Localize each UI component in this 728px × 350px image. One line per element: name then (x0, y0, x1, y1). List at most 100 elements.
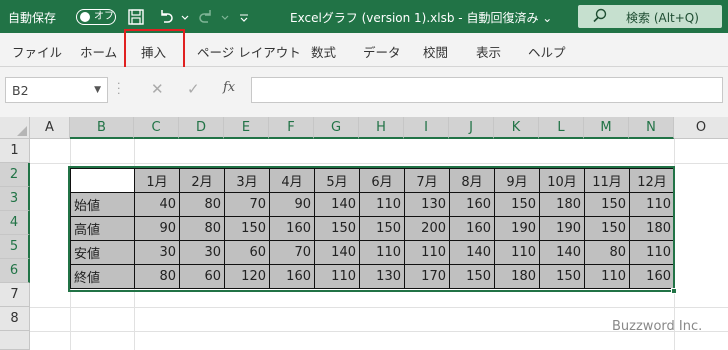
value-cell[interactable]: 190 (494, 216, 540, 241)
redo-icon[interactable] (196, 7, 216, 27)
table-header-cell[interactable]: 4月 (269, 168, 315, 193)
value-cell[interactable]: 60 (224, 240, 270, 265)
value-cell[interactable]: 180 (539, 192, 585, 217)
column-header-e[interactable]: E (224, 117, 269, 139)
undo-dropdown-icon[interactable] (180, 7, 190, 27)
value-cell[interactable]: 150 (359, 216, 405, 241)
value-cell[interactable]: 140 (449, 240, 495, 265)
value-cell[interactable]: 40 (134, 192, 180, 217)
save-icon[interactable] (126, 7, 146, 27)
value-cell[interactable]: 80 (179, 192, 225, 217)
value-cell[interactable]: 180 (494, 264, 540, 289)
value-cell[interactable]: 150 (224, 216, 270, 241)
row-header-1[interactable]: 1 (0, 139, 30, 163)
value-cell[interactable]: 150 (314, 216, 360, 241)
undo-icon[interactable] (156, 7, 176, 27)
value-cell[interactable]: 150 (494, 192, 540, 217)
table-header-cell[interactable]: 8月 (449, 168, 495, 193)
value-cell[interactable]: 200 (404, 216, 450, 241)
value-cell[interactable]: 190 (539, 216, 585, 241)
tab-page-layout[interactable]: ページ レイアウト (197, 42, 301, 61)
tab-formulas[interactable]: 数式 (311, 42, 336, 61)
row-header-4[interactable]: 4 (0, 211, 30, 235)
tab-view[interactable]: 表示 (476, 42, 501, 61)
value-cell[interactable]: 160 (629, 264, 675, 289)
value-cell[interactable]: 110 (359, 240, 405, 265)
value-cell[interactable]: 160 (269, 216, 315, 241)
table-header-cell[interactable]: 3月 (224, 168, 270, 193)
column-header-d[interactable]: D (179, 117, 224, 139)
value-cell[interactable]: 110 (494, 240, 540, 265)
column-header-g[interactable]: G (314, 117, 359, 139)
value-cell[interactable]: 80 (584, 240, 630, 265)
column-header-j[interactable]: J (449, 117, 494, 139)
chevron-down-icon[interactable]: ▼ (94, 85, 101, 95)
value-cell[interactable]: 130 (359, 264, 405, 289)
select-all-button[interactable] (0, 117, 30, 139)
row-header-2[interactable]: 2 (0, 163, 30, 187)
value-cell[interactable]: 110 (359, 192, 405, 217)
insert-function-button[interactable]: fx (223, 80, 235, 95)
value-cell[interactable]: 150 (539, 264, 585, 289)
table-header-cell[interactable]: 11月 (584, 168, 630, 193)
table-header-cell[interactable]: 1月 (134, 168, 180, 193)
value-cell[interactable]: 150 (584, 192, 630, 217)
value-cell[interactable]: 70 (269, 240, 315, 265)
row-header-6[interactable]: 6 (0, 259, 30, 283)
table-header-cell[interactable]: 6月 (359, 168, 405, 193)
value-cell[interactable]: 140 (539, 240, 585, 265)
redo-dropdown-icon[interactable] (220, 7, 230, 27)
column-header-k[interactable]: K (494, 117, 539, 139)
value-cell[interactable]: 120 (224, 264, 270, 289)
tab-file[interactable]: ファイル (12, 42, 62, 61)
value-cell[interactable]: 180 (629, 216, 675, 241)
row-label-cell[interactable]: 高値 (70, 216, 135, 241)
value-cell[interactable]: 90 (269, 192, 315, 217)
worksheet-grid[interactable]: A B C D E F G H I J K L M N O 1 2 3 4 5 … (0, 117, 728, 350)
table-header-cell[interactable]: 12月 (629, 168, 675, 193)
row-header-7[interactable]: 7 (0, 283, 30, 307)
value-cell[interactable]: 170 (404, 264, 450, 289)
value-cell[interactable]: 110 (584, 264, 630, 289)
table-header-cell[interactable]: 9月 (494, 168, 540, 193)
value-cell[interactable]: 150 (449, 264, 495, 289)
value-cell[interactable]: 110 (629, 192, 675, 217)
formula-input[interactable] (251, 77, 723, 103)
formula-bar-grip-icon[interactable]: · · · (117, 78, 121, 99)
row-header-8[interactable]: 8 (0, 307, 30, 331)
column-header-a[interactable]: A (30, 117, 70, 139)
tab-help[interactable]: ヘルプ (528, 42, 566, 61)
column-header-m[interactable]: M (584, 117, 629, 139)
cancel-icon[interactable]: ✕ (151, 80, 164, 98)
column-header-f[interactable]: F (269, 117, 314, 139)
value-cell[interactable]: 80 (179, 216, 225, 241)
row-label-cell[interactable]: 終値 (70, 264, 135, 289)
value-cell[interactable]: 140 (314, 192, 360, 217)
column-header-c[interactable]: C (134, 117, 179, 139)
row-header-9[interactable] (0, 331, 30, 350)
table-corner-cell[interactable] (70, 168, 135, 193)
value-cell[interactable]: 160 (449, 216, 495, 241)
table-header-cell[interactable]: 2月 (179, 168, 225, 193)
value-cell[interactable]: 160 (269, 264, 315, 289)
value-cell[interactable]: 160 (449, 192, 495, 217)
table-header-cell[interactable]: 10月 (539, 168, 585, 193)
column-header-n[interactable]: N (629, 117, 674, 139)
enter-icon[interactable]: ✓ (187, 80, 200, 98)
value-cell[interactable]: 150 (584, 216, 630, 241)
column-header-l[interactable]: L (539, 117, 584, 139)
value-cell[interactable]: 110 (629, 240, 675, 265)
value-cell[interactable]: 140 (314, 240, 360, 265)
column-header-h[interactable]: H (359, 117, 404, 139)
customize-qat-icon[interactable] (238, 7, 250, 27)
name-box[interactable]: B2 ▼ (5, 77, 108, 103)
value-cell[interactable]: 110 (404, 240, 450, 265)
row-header-5[interactable]: 5 (0, 235, 30, 259)
value-cell[interactable]: 70 (224, 192, 270, 217)
row-label-cell[interactable]: 始値 (70, 192, 135, 217)
tab-data[interactable]: データ (363, 42, 401, 61)
tab-review[interactable]: 校閲 (423, 42, 448, 61)
tab-home[interactable]: ホーム (80, 42, 117, 61)
column-header-b[interactable]: B (70, 117, 134, 139)
value-cell[interactable]: 30 (179, 240, 225, 265)
